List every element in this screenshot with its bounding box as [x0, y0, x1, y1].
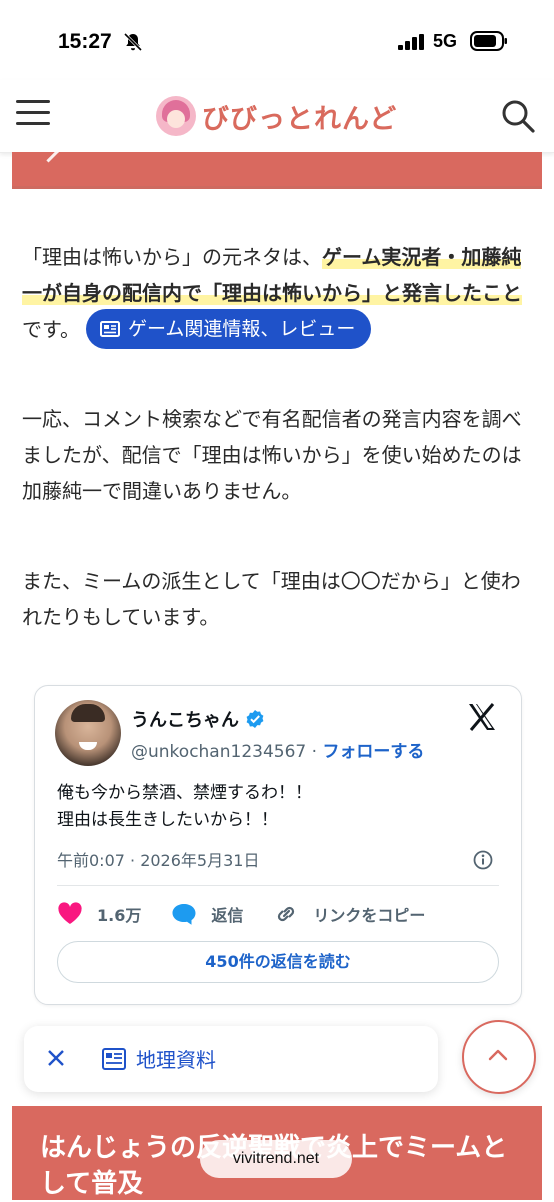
- heart-icon: [58, 902, 82, 924]
- category-tag-pill[interactable]: ゲーム関連情報、レビュー: [86, 309, 372, 349]
- tweet-line-1: 俺も今から禁酒、禁煙するわ！！: [57, 783, 312, 803]
- signal-icon: [398, 34, 424, 50]
- author-name-text: うんこちゃん: [131, 710, 239, 731]
- url-domain-pill[interactable]: vivitrend.net: [200, 1140, 352, 1178]
- tweet-timestamp[interactable]: 午前0:07 · 2026年5月31日: [57, 847, 259, 871]
- close-icon[interactable]: [46, 1048, 66, 1068]
- battery-icon: [470, 31, 507, 51]
- chevron-up-icon: [488, 1049, 508, 1061]
- article-icon: [100, 321, 120, 337]
- site-logo[interactable]: びびっとれんど: [156, 94, 397, 138]
- article-paragraph-3: また、ミームの派生として「理由は〇〇だから」と使われたりもしています。: [22, 569, 521, 629]
- like-action[interactable]: 1.6万: [57, 902, 141, 926]
- reply-label: 返信: [211, 906, 244, 925]
- article-paragraph-2: 一応、コメント検索などで有名配信者の発言内容を調べましたが、配信で「理由は怖いか…: [22, 407, 522, 503]
- floating-link-label[interactable]: 地理資料: [136, 1044, 216, 1073]
- site-header: びびっとれんど: [0, 80, 554, 153]
- tag-pill-label: ゲーム関連情報、レビュー: [128, 318, 356, 340]
- p1-text-end: です。: [22, 317, 80, 342]
- hamburger-menu-icon[interactable]: [16, 100, 50, 130]
- embedded-tweet-card[interactable]: うんこちゃん @unkochan1234567 · フォローする 俺も今から禁酒…: [34, 685, 522, 1005]
- status-time: 15:27: [58, 30, 112, 53]
- tweet-handle-row: @unkochan1234567 · フォローする: [131, 737, 424, 762]
- article-icon: [102, 1048, 126, 1070]
- site-name: びびっとれんど: [202, 103, 398, 135]
- tweet-divider: [57, 885, 499, 886]
- reply-action[interactable]: 返信: [171, 902, 243, 926]
- network-type: 5G: [433, 31, 458, 51]
- section-heading-band: [12, 138, 542, 189]
- tweet-actions: 1.6万 返信 リンクをコピー: [57, 900, 455, 928]
- search-icon[interactable]: [500, 98, 536, 134]
- bell-muted-icon: [123, 32, 143, 52]
- p1-text: 「理由は怖いから」の元ネタは、: [22, 245, 322, 269]
- reply-bubble-icon: [172, 904, 196, 925]
- copy-link-label: リンクをコピー: [313, 906, 426, 925]
- like-count: 1.6万: [97, 906, 142, 925]
- tweet-text: 俺も今から禁酒、禁煙するわ！！ 理由は長生きしたいから！！: [57, 780, 312, 834]
- copy-link-action[interactable]: リンクをコピー: [273, 902, 425, 926]
- floating-nav-bar: 地理資料: [24, 1026, 438, 1092]
- info-icon[interactable]: [473, 850, 493, 870]
- logo-mascot-icon: [156, 96, 196, 136]
- article-paragraph-1: 「理由は怖いから」の元ネタは、ゲーム実況者・加藤純一が自身の配信内で「理由は怖い…: [22, 239, 534, 351]
- tweet-author-name[interactable]: うんこちゃん: [131, 706, 265, 732]
- scroll-to-top-button[interactable]: [462, 1020, 536, 1094]
- tweet-avatar[interactable]: [55, 700, 121, 766]
- x-logo-icon[interactable]: [467, 702, 497, 732]
- status-bar: 15:27 5G: [0, 0, 554, 80]
- verified-badge-icon: [246, 710, 264, 728]
- handle-separator: ·: [306, 742, 323, 762]
- tweet-handle: @unkochan1234567: [131, 742, 307, 762]
- link-icon: [278, 906, 295, 922]
- read-replies-button[interactable]: 450件の返信を読む: [57, 941, 499, 983]
- tweet-line-2: 理由は長生きしたいから！！: [57, 810, 278, 830]
- follow-link[interactable]: フォローする: [322, 742, 424, 762]
